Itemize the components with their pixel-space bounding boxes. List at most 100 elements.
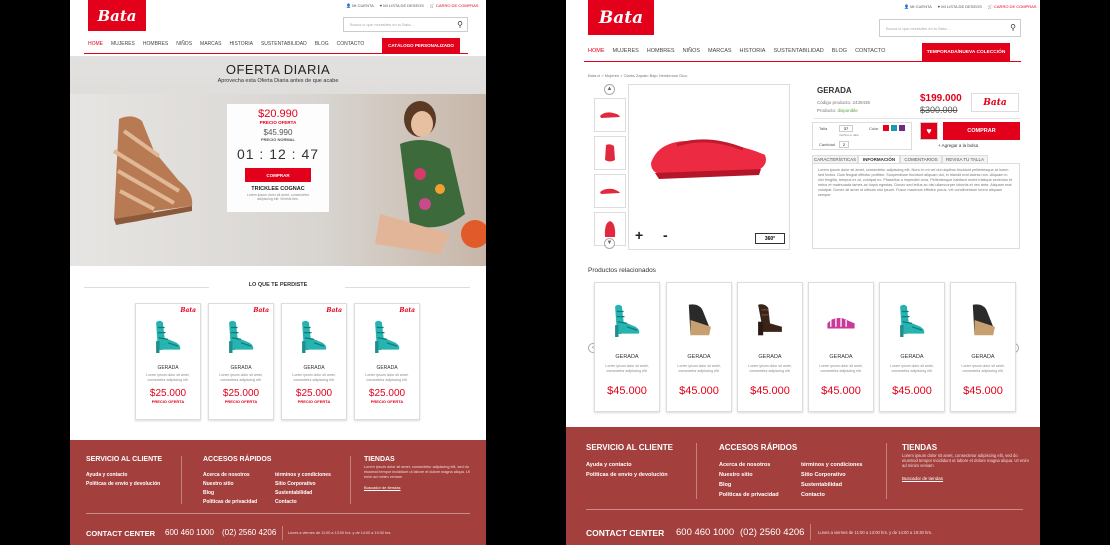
thumbnail-2[interactable] [594,136,626,170]
color-swatch-purple[interactable] [899,125,905,131]
store-finder-link[interactable]: Buscador de tiendas [902,476,943,481]
thumbnail-3[interactable] [594,174,626,208]
search-input[interactable]: Busca lo que necesites en tu Bata... ⚲ [343,17,468,32]
nav-sustentabilidad[interactable]: SUSTENTABILIDAD [257,41,311,47]
catalog-button[interactable]: CATÁLOGO PERSONALIZADO [382,38,460,53]
bata-logo[interactable]: Bata [588,0,654,35]
search-input[interactable]: Busca lo que necesites en tu Bata... ⚲ [879,19,1021,37]
privacy-link[interactable]: Políticas de privacidad [719,492,779,498]
related-product-card[interactable]: GERADA Lorem ipsum dolor sit amet, consec… [737,282,803,412]
card-product-name: GERADA [758,354,782,360]
search-icon[interactable]: ⚲ [457,20,463,29]
related-product-card[interactable]: GERADA Lorem ipsum dolor sit amet, consec… [808,282,874,412]
corporate-link[interactable]: Sitio Corporativo [275,481,316,487]
contact-link[interactable]: Contacto [275,499,297,505]
card-price: $25.000 [222,388,260,399]
size-select[interactable]: 37 [839,125,853,132]
related-product-card[interactable]: GERADA Lorem ipsum dolor sit amet, consec… [666,282,732,412]
cart-link[interactable]: 🛒 CARRO DE COMPRAS [988,4,1037,9]
sustainability-link[interactable]: Sustentabilidad [801,482,842,488]
blog-link[interactable]: Blog [719,482,731,488]
card-price-label: PRECIO OFERTA [151,399,185,404]
cart-link[interactable]: 🛒 CARRO DE COMPRAS [430,3,479,8]
nav-contacto[interactable]: CONTACTO [851,48,889,54]
pink-shoe-image [827,317,855,329]
nav-ninos[interactable]: NIÑOS [172,41,196,47]
footer-separator [696,443,697,499]
missed-heading: LO QUE TE PERDISTE [248,282,308,288]
nav-ninos[interactable]: NIÑOS [679,48,704,54]
qty-select[interactable]: 2 [839,141,849,148]
color-swatch-teal[interactable] [891,125,897,131]
card-product-desc: Lorem ipsum dolor sit amet, consectetur … [292,373,336,382]
nav-marcas[interactable]: MARCAS [704,48,736,54]
missed-product-card[interactable]: Bata GERADA Lorem ipsum dolor sit amet, co… [281,303,347,420]
nav-mujeres[interactable]: MUJERES [107,41,139,47]
related-product-card[interactable]: GERADA Lorem ipsum dolor sit amet, consec… [950,282,1016,412]
nav-mujeres[interactable]: MUJERES [609,48,643,54]
offer-product-desc: Lorem ipsum dolor sit amet, consectetur … [246,193,310,201]
card-product-name: GERADA [157,365,179,371]
related-product-card[interactable]: GERADA Lorem ipsum dolor sit amet, consec… [594,282,660,412]
zoom-out-icon[interactable]: - [663,227,668,243]
nav-historia[interactable]: HISTORIA [736,48,770,54]
about-link[interactable]: Acerca de nosotros [719,462,770,468]
privacy-link[interactable]: Políticas de privacidad [203,499,257,505]
missed-product-card[interactable]: Bata GERADA Lorem ipsum dolor sit amet, co… [208,303,274,420]
contact-link[interactable]: Contacto [801,492,825,498]
about-link[interactable]: Acerca de nosotros [203,472,250,478]
wishlist-heart-icon[interactable]: ♥ [920,122,938,140]
wishlist-link[interactable]: ♥ MI LISTA DE DESEOS [938,4,982,9]
nav-home[interactable]: HOME [584,48,609,54]
nav-historia[interactable]: HISTORIA [225,41,257,47]
rotate-360-icon[interactable]: 360° [755,233,785,244]
new-collection-button[interactable]: TEMPORADA/NUEVA COLECCIÓN [922,43,1010,61]
size-help-link[interactable]: Verifica tu talla [839,133,859,137]
store-finder-link[interactable]: Buscador de tiendas [364,485,400,490]
missed-product-card[interactable]: Bata GERADA Lorem ipsum dolor sit amet, co… [135,303,201,420]
buy-offer-button[interactable]: COMPRAR [245,168,311,182]
offer-subtitle: Aprovecha esta Oferta Diaria antes de qu… [217,78,339,84]
nav-blog[interactable]: BLOG [828,48,851,54]
add-to-bag-link[interactable]: + Agregar a la bolsa [938,143,978,148]
nav-blog[interactable]: BLOG [311,41,333,47]
color-swatch-red[interactable] [883,125,889,131]
nav-home[interactable]: HOME [84,41,107,47]
buy-button[interactable]: COMPRAR [943,122,1020,140]
site-link[interactable]: Nuestro sitio [719,472,753,478]
wishlist-link[interactable]: ♥ MI LISTA DE DESEOS [380,3,424,8]
card-image [951,301,1015,344]
card-price: $45.000 [963,385,1003,397]
terms-link[interactable]: términos y condiciones [801,462,862,468]
shipping-policy-link[interactable]: Políticas de envío y devolución [586,472,668,478]
search-icon[interactable]: ⚲ [1010,23,1016,32]
nav-contacto[interactable]: CONTACTO [333,41,369,47]
nav-sustentabilidad[interactable]: SUSTENTABILIDAD [769,48,827,54]
corporate-link[interactable]: Sitio Corporativo [801,472,846,478]
card-image [809,301,873,344]
terms-link[interactable]: términos y condiciones [275,472,331,478]
nav-hombres[interactable]: HOMBRES [139,41,172,47]
phone-2: (02) 2560 4206 [740,527,805,538]
related-product-card[interactable]: GERADA Lorem ipsum dolor sit amet, consec… [879,282,945,412]
missed-product-card[interactable]: Bata GERADA Lorem ipsum dolor sit amet, co… [354,303,420,420]
footer-separator [282,526,283,540]
zoom-in-icon[interactable]: + [635,227,643,243]
shipping-policy-link[interactable]: Políticas de envío y devolución [86,481,160,487]
nav-marcas[interactable]: MARCAS [196,41,225,47]
sustainability-link[interactable]: Sustentabilidad [275,490,312,496]
breadcrumb[interactable]: Bata.cl > Mujeres > Clarks Zapato Bajo H… [588,73,687,78]
thumbs-up-arrow-icon[interactable]: ▲ [604,84,615,95]
account-link[interactable]: 👤 MI CUENTA [346,3,374,8]
site-link[interactable]: Nuestro sitio [203,481,234,487]
stores-text: Lorem ipsum dolor sit amet, consectetur … [902,453,1029,469]
thumbs-down-arrow-icon[interactable]: ▼ [604,238,615,249]
help-link[interactable]: Ayuda y contacto [86,472,128,478]
account-link[interactable]: 👤 MI CUENTA [904,4,932,9]
card-price: $25.000 [368,388,406,399]
blog-link[interactable]: Blog [203,490,214,496]
help-link[interactable]: Ayuda y contacto [586,462,632,468]
thumbnail-1[interactable] [594,98,626,132]
bata-logo[interactable]: Bata [88,0,146,31]
nav-hombres[interactable]: HOMBRES [643,48,679,54]
